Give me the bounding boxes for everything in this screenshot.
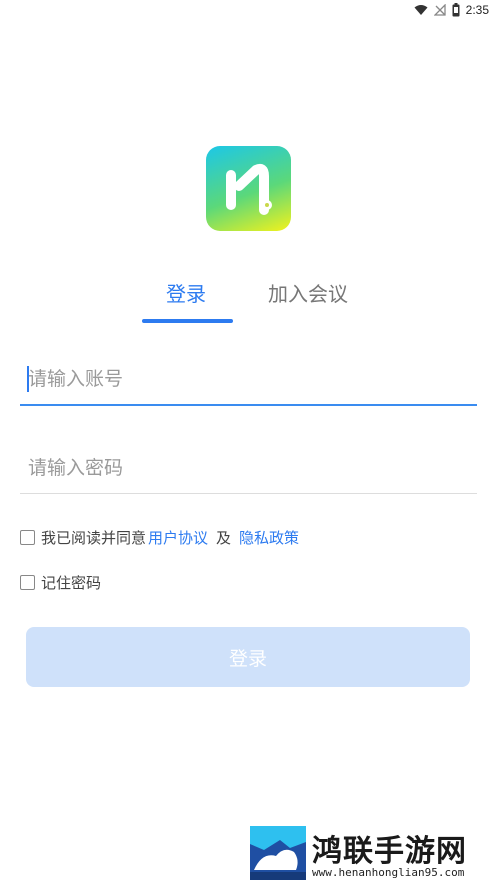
battery-icon <box>452 3 460 17</box>
watermark: 鸿联手游网 www.henanhonglian95.com <box>250 826 490 882</box>
app-logo-icon <box>206 146 291 231</box>
login-tabs: 登录 加入会议 <box>0 278 497 328</box>
account-field <box>20 354 477 406</box>
agreement-checkbox[interactable] <box>20 530 35 545</box>
watermark-url: www.henanhonglian95.com <box>312 866 465 879</box>
text-cursor <box>27 366 29 392</box>
no-signal-icon <box>433 4 446 16</box>
account-input[interactable] <box>20 354 477 404</box>
remember-password-label[interactable]: 记住密码 <box>41 572 101 593</box>
active-tab-indicator <box>142 319 233 323</box>
agreement-conjunction: 及 <box>216 529 232 547</box>
watermark-logo-icon <box>250 826 306 880</box>
privacy-policy-link[interactable]: 隐私政策 <box>239 527 299 548</box>
status-time: 2:35 <box>465 3 489 17</box>
status-icons: 2:35 <box>414 3 489 17</box>
login-button[interactable]: 登录 <box>26 627 470 687</box>
agreement-prefix: 我已阅读并同意 <box>41 529 147 547</box>
tab-join-meeting[interactable]: 加入会议 <box>268 278 348 307</box>
tab-login[interactable]: 登录 <box>166 278 206 307</box>
password-field <box>20 442 477 494</box>
remember-password-checkbox[interactable] <box>20 575 35 590</box>
password-input[interactable] <box>20 442 477 493</box>
wifi-icon <box>414 5 428 15</box>
watermark-title: 鸿联手游网 <box>312 834 467 869</box>
user-agreement-link[interactable]: 用户协议 <box>148 527 208 548</box>
remember-row: 记住密码 <box>20 572 101 593</box>
status-bar: 2:35 <box>0 0 497 22</box>
agreement-row: 我已阅读并同意 用户协议 及 隐私政策 <box>20 527 301 548</box>
